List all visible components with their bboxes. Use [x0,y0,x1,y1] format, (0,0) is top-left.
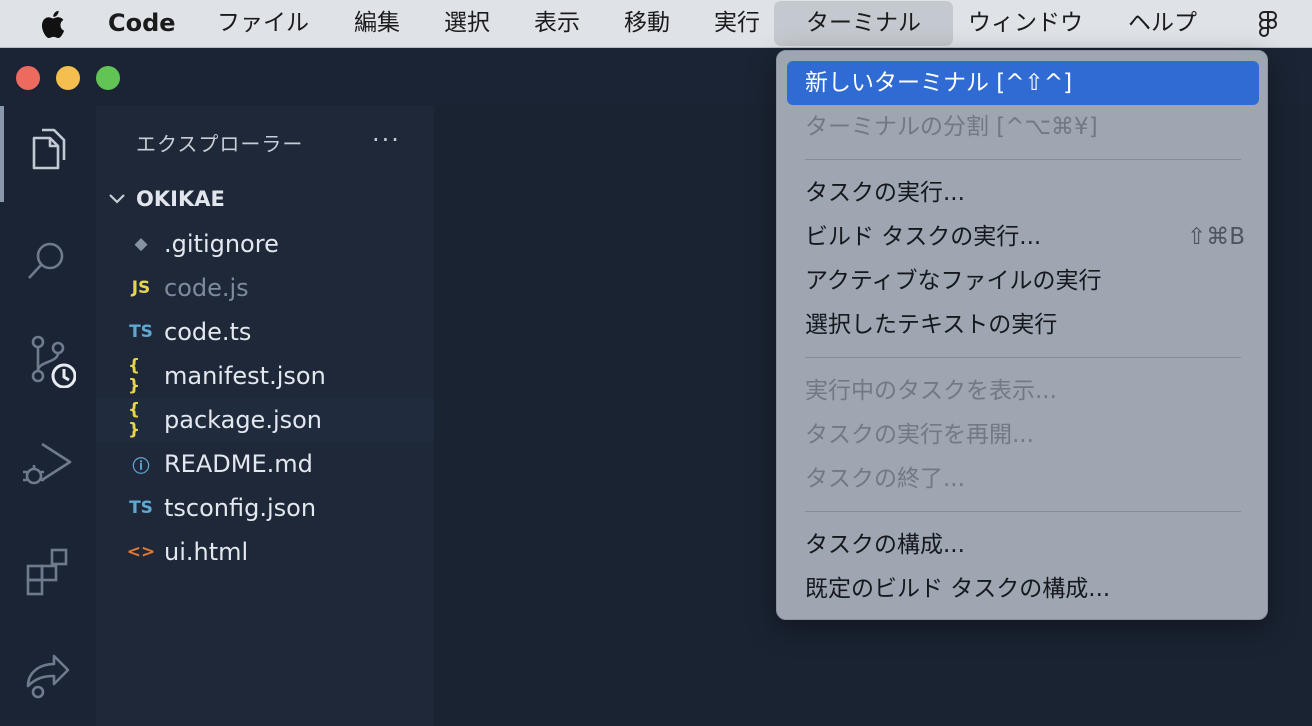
menu-separator [805,159,1241,160]
file-name: ui.html [164,538,249,566]
explorer-sidebar: エクスプローラー ··· OKIKAE ◆ .gitignore JS code.js… [96,106,434,726]
menu-item-label: 既定のビルド タスクの構成... [805,576,1111,602]
html-icon: <> [126,542,156,562]
terminal-menu-item[interactable]: タスクの構成... [787,523,1259,567]
terminal-menu-item: タスクの実行を再開... [787,413,1259,457]
menu-view[interactable]: 表示 [534,0,580,48]
app-name-menu[interactable]: Code [108,0,176,48]
menu-item-label: タスクの構成... [805,532,965,558]
extensions-icon[interactable] [20,540,76,596]
json-icon: { } [128,400,141,440]
file-item[interactable]: { } manifest.json [96,354,434,398]
source-control-icon[interactable] [20,332,77,389]
terminal-menu-item[interactable]: ビルド タスクの実行... ⇧⌘B [787,215,1259,259]
menu-separator [805,357,1241,358]
info-icon: ⓘ [132,456,150,477]
terminal-menu-item: タスクの終了... [787,457,1259,501]
file-name: code.js [164,274,249,302]
menu-item-label: タスクの終了... [805,466,965,492]
menu-edit[interactable]: 編集 [354,0,400,48]
figma-icon[interactable] [1258,11,1278,37]
javascript-icon: JS [131,278,151,298]
minimize-window-button[interactable] [56,66,80,90]
git-icon: ◆ [134,234,148,254]
sidebar-title: エクスプローラー [136,132,304,156]
explorer-icon[interactable] [20,124,76,180]
chevron-down-icon [109,194,125,204]
file-item[interactable]: TS code.ts [96,310,434,354]
file-item[interactable]: <> ui.html [96,530,434,574]
file-name: manifest.json [164,362,326,390]
active-indicator [0,106,4,202]
menu-window[interactable]: ウィンドウ [968,0,1083,48]
terminal-menu-item: 実行中のタスクを表示... [787,369,1259,413]
menu-item-label: タスクの実行を再開... [805,422,1034,448]
menu-item-label: 実行中のタスクを表示... [805,378,1057,404]
terminal-menu-item[interactable]: タスクの実行... [787,171,1259,215]
apple-logo-icon[interactable] [40,9,68,39]
file-item[interactable]: ◆ .gitignore [96,222,434,266]
menu-terminal[interactable]: ターミナル [774,1,953,46]
file-item[interactable]: TS tsconfig.json [96,486,434,530]
file-item[interactable]: ⓘ README.md [96,442,434,486]
menu-separator [805,511,1241,512]
tsconfig-icon: TS [129,498,153,518]
menu-item-label: 選択したテキストの実行 [805,312,1058,338]
remote-share-icon[interactable] [20,646,76,702]
menu-run[interactable]: 実行 [714,0,760,48]
menu-item-label: アクティブなファイルの実行 [805,268,1102,294]
terminal-menu-item[interactable]: 選択したテキストの実行 [787,303,1259,347]
terminal-menu-dropdown: 新しいターミナル [^⇧^] ターミナルの分割 [^⌥⌘¥] タスクの実行... ビル… [776,50,1268,620]
search-icon[interactable] [20,232,76,288]
typescript-icon: TS [129,322,153,342]
menu-item-shortcut: ⇧⌘B [1186,224,1245,250]
menu-selection[interactable]: 選択 [444,0,490,48]
maximize-window-button[interactable] [96,66,120,90]
file-name: tsconfig.json [164,494,317,522]
folder-header[interactable]: OKIKAE [106,184,225,214]
menu-bar: Code ファイル 編集 選択 表示 移動 実行 ターミナル ウィンドウ ヘルプ [0,0,1312,48]
file-item[interactable]: JS code.js [96,266,434,310]
terminal-menu-item[interactable]: 新しいターミナル [^⇧^] [787,61,1259,105]
menu-item-label: タスクの実行... [805,180,965,206]
menu-file[interactable]: ファイル [217,0,309,48]
terminal-menu-item: ターミナルの分割 [^⌥⌘¥] [787,105,1259,149]
run-and-debug-icon[interactable] [20,436,76,492]
menu-item-label: ビルド タスクの実行... [805,224,1042,250]
terminal-menu-item[interactable]: 既定のビルド タスクの構成... [787,567,1259,611]
more-actions-icon[interactable]: ··· [372,126,401,154]
terminal-menu-item[interactable]: アクティブなファイルの実行 [787,259,1259,303]
file-name: code.ts [164,318,252,346]
menu-go[interactable]: 移動 [624,0,670,48]
file-item[interactable]: { } package.json [96,398,434,442]
file-name: README.md [164,450,313,478]
json-icon: { } [128,356,141,396]
file-name: .gitignore [164,230,279,258]
activity-bar [0,106,96,726]
menu-item-label: 新しいターミナル [^⇧^] [805,70,1073,96]
menu-item-label: ターミナルの分割 [^⌥⌘¥] [805,114,1098,140]
folder-name: OKIKAE [136,187,225,211]
close-window-button[interactable] [16,66,40,90]
menu-help[interactable]: ヘルプ [1128,0,1197,48]
file-name: package.json [164,406,323,434]
